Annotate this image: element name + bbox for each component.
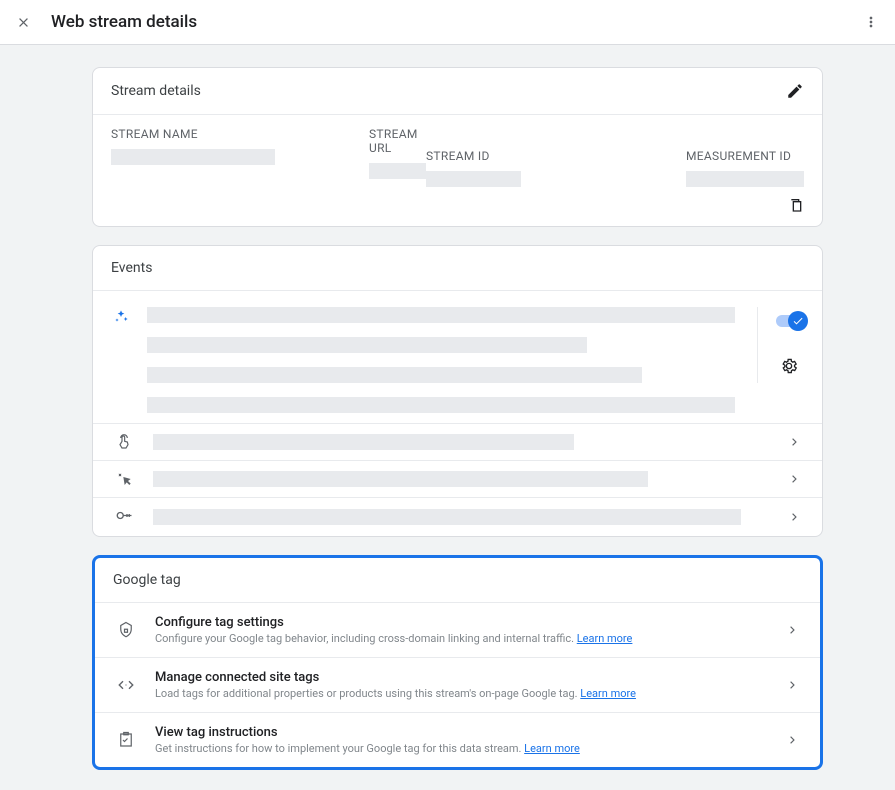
stream-id-field: STREAM ID (426, 149, 686, 212)
tag-row-instructions[interactable]: View tag instructions Get instructions f… (95, 712, 820, 767)
tag-desc: Load tags for additional properties or p… (155, 687, 768, 700)
field-label: STREAM URL (369, 127, 426, 155)
event-row[interactable] (93, 424, 822, 461)
chevron-right-icon (788, 510, 802, 524)
field-label: STREAM ID (426, 149, 686, 163)
learn-more-link[interactable]: Learn more (580, 687, 636, 700)
edit-icon[interactable] (786, 82, 804, 100)
card-header: Google tag (95, 558, 820, 603)
skeleton (686, 171, 804, 187)
stream-details-card: Stream details STREAM NAME STREAM URL ST… (92, 67, 823, 227)
event-row[interactable] (93, 498, 822, 536)
measurement-id-field: MEASUREMENT ID (686, 149, 804, 212)
skeleton (153, 471, 648, 487)
card-title: Stream details (111, 83, 201, 99)
key-icon (113, 508, 135, 526)
skeleton (153, 509, 741, 525)
chevron-right-icon (786, 678, 800, 692)
tag-row-configure[interactable]: Configure tag settings Configure your Go… (95, 603, 820, 657)
gear-icon[interactable] (780, 357, 798, 375)
tag-desc: Get instructions for how to implement yo… (155, 742, 768, 755)
stream-name-field: STREAM NAME (111, 127, 369, 212)
chevron-right-icon (788, 435, 802, 449)
cursor-click-icon (113, 471, 135, 487)
stream-url-field: STREAM URL (369, 127, 426, 212)
touch-icon (113, 434, 135, 450)
skeleton (111, 149, 275, 165)
card-title: Google tag (113, 572, 181, 588)
skeleton (147, 307, 735, 323)
tag-desc: Configure your Google tag behavior, incl… (155, 632, 768, 645)
close-icon[interactable] (16, 15, 31, 30)
code-icon (115, 676, 137, 694)
learn-more-link[interactable]: Learn more (577, 632, 633, 645)
skeleton-group (147, 307, 735, 413)
skeleton (147, 367, 642, 383)
field-label: MEASUREMENT ID (686, 149, 791, 163)
tag-row-connected[interactable]: Manage connected site tags Load tags for… (95, 657, 820, 712)
events-card: Events (92, 245, 823, 537)
sparkle-icon (113, 307, 129, 325)
tag-title: Manage connected site tags (155, 670, 768, 685)
skeleton (147, 397, 735, 413)
card-title: Events (111, 260, 152, 276)
top-bar: Web stream details (0, 0, 895, 45)
chevron-right-icon (786, 733, 800, 747)
chevron-right-icon (786, 623, 800, 637)
tag-title: View tag instructions (155, 725, 768, 740)
instructions-icon (115, 731, 137, 749)
card-header: Events (93, 246, 822, 291)
learn-more-link[interactable]: Learn more (524, 742, 580, 755)
google-tag-card: Google tag Configure tag settings Config… (92, 555, 823, 770)
page-title: Web stream details (51, 12, 197, 32)
more-vert-icon[interactable] (863, 14, 879, 30)
skeleton (426, 171, 521, 187)
event-row[interactable] (93, 461, 822, 498)
toggle-switch[interactable] (776, 315, 802, 327)
field-label: STREAM NAME (111, 127, 369, 141)
card-header: Stream details (93, 68, 822, 115)
tag-title: Configure tag settings (155, 615, 768, 630)
chevron-right-icon (788, 472, 802, 486)
tag-settings-icon (115, 621, 137, 639)
skeleton (369, 163, 426, 179)
event-row-enhanced (93, 291, 822, 424)
skeleton (147, 337, 587, 353)
copy-icon[interactable] (788, 197, 804, 213)
skeleton (153, 434, 574, 450)
